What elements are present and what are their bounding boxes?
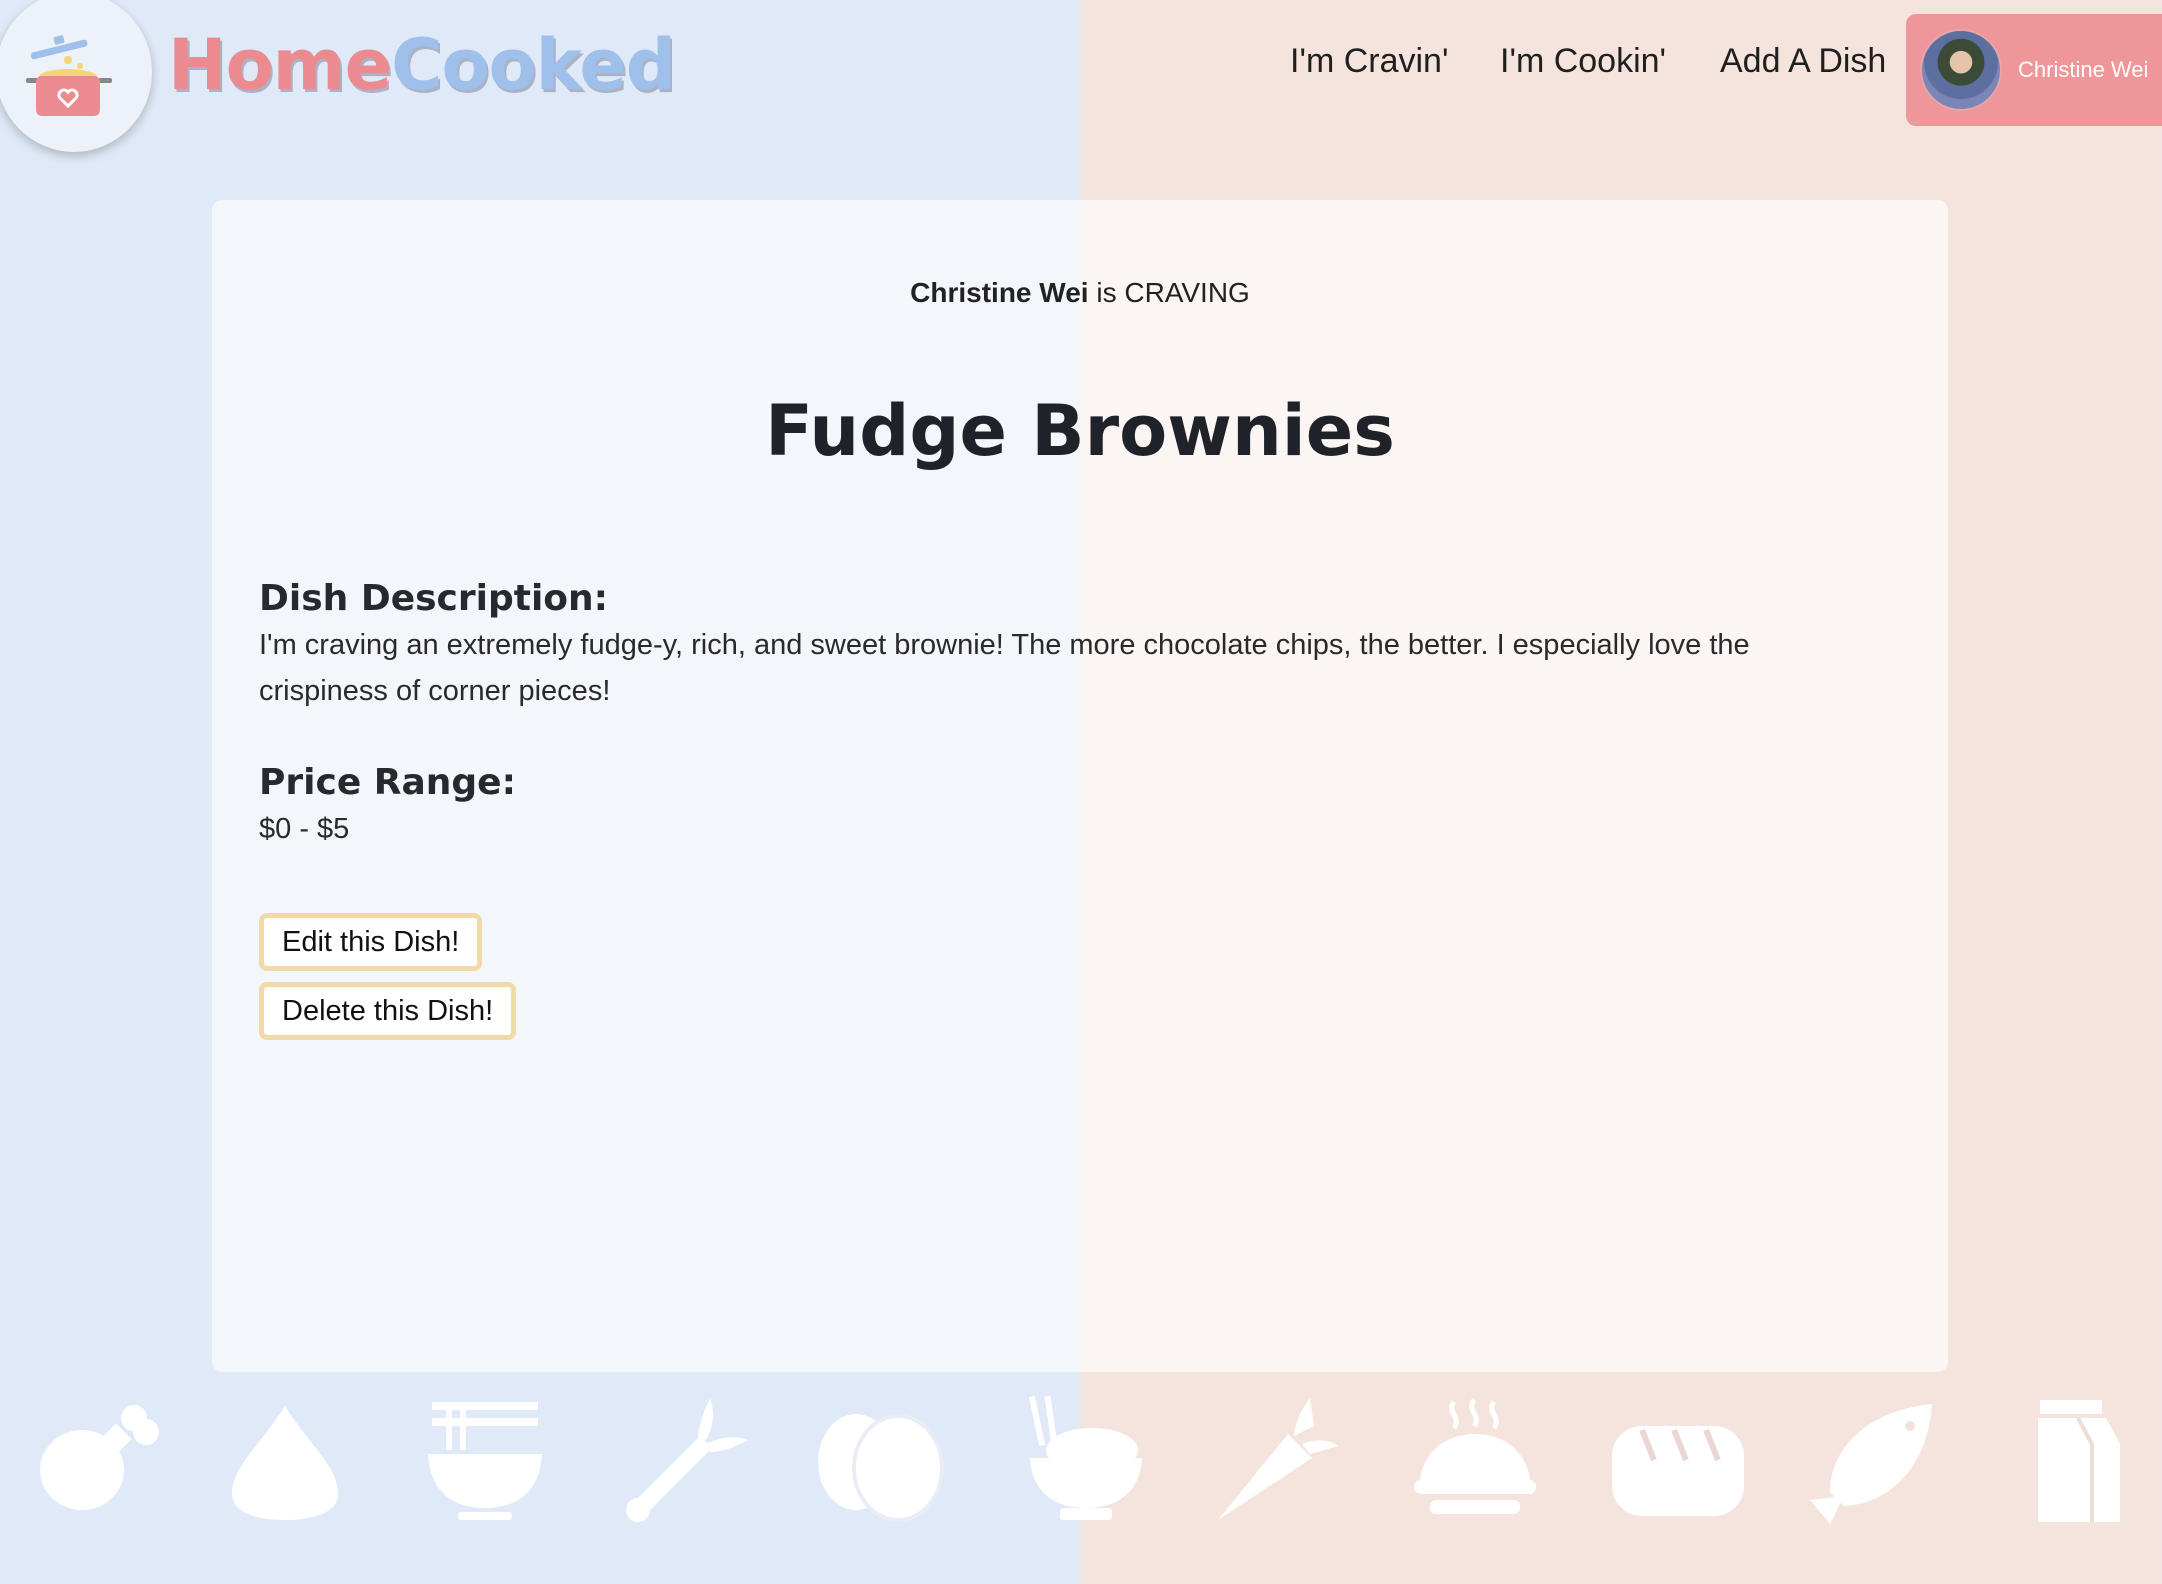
- bread-icon: [1612, 1426, 1744, 1516]
- logo[interactable]: [0, 0, 152, 152]
- food-icon-row: [0, 1396, 2162, 1536]
- garlic-icon: [232, 1406, 338, 1520]
- price-label: Price Range:: [259, 762, 516, 803]
- brand-name[interactable]: HomeCooked: [168, 24, 676, 106]
- carrot-icon: [1218, 1398, 1338, 1520]
- nav-cravin[interactable]: I'm Cravin': [1290, 42, 1448, 81]
- leek-icon: [626, 1398, 748, 1522]
- eggs-icon: [818, 1414, 944, 1522]
- price-value: $0 - $5: [259, 813, 350, 845]
- nav-add-dish[interactable]: Add A Dish: [1720, 42, 1886, 81]
- user-name: Christine Wei: [2018, 57, 2149, 82]
- rice-bowl-icon: [1028, 1396, 1142, 1520]
- author-name[interactable]: Christine Wei: [910, 277, 1088, 308]
- dish-card: Christine Wei is CRAVING Fudge Brownies …: [212, 200, 1948, 1372]
- description-label: Dish Description:: [259, 578, 609, 619]
- dish-title: Fudge Brownies: [765, 390, 1395, 472]
- brand-home: Home: [168, 24, 392, 106]
- edit-dish-button[interactable]: Edit this Dish!: [259, 913, 483, 971]
- delete-dish-button[interactable]: Delete this Dish!: [259, 982, 517, 1040]
- pie-icon: [1414, 1398, 1536, 1514]
- fish-icon: [1810, 1404, 1932, 1524]
- user-menu[interactable]: Christine Wei: [1906, 14, 2162, 126]
- milk-carton-icon: [2038, 1400, 2120, 1522]
- description-text: I'm craving an extremely fudge-y, rich, …: [259, 629, 1750, 707]
- noodle-bowl-icon: [428, 1402, 542, 1520]
- status-text: is CRAVING: [1096, 277, 1250, 308]
- cooking-pot-icon: [26, 35, 112, 116]
- dish-byline: Christine Wei is CRAVING: [212, 277, 1948, 309]
- nav-cookin[interactable]: I'm Cookin': [1500, 42, 1666, 81]
- avatar: [1920, 29, 2002, 111]
- brand-cooked: Cooked: [391, 24, 676, 106]
- drumstick-icon: [40, 1405, 159, 1510]
